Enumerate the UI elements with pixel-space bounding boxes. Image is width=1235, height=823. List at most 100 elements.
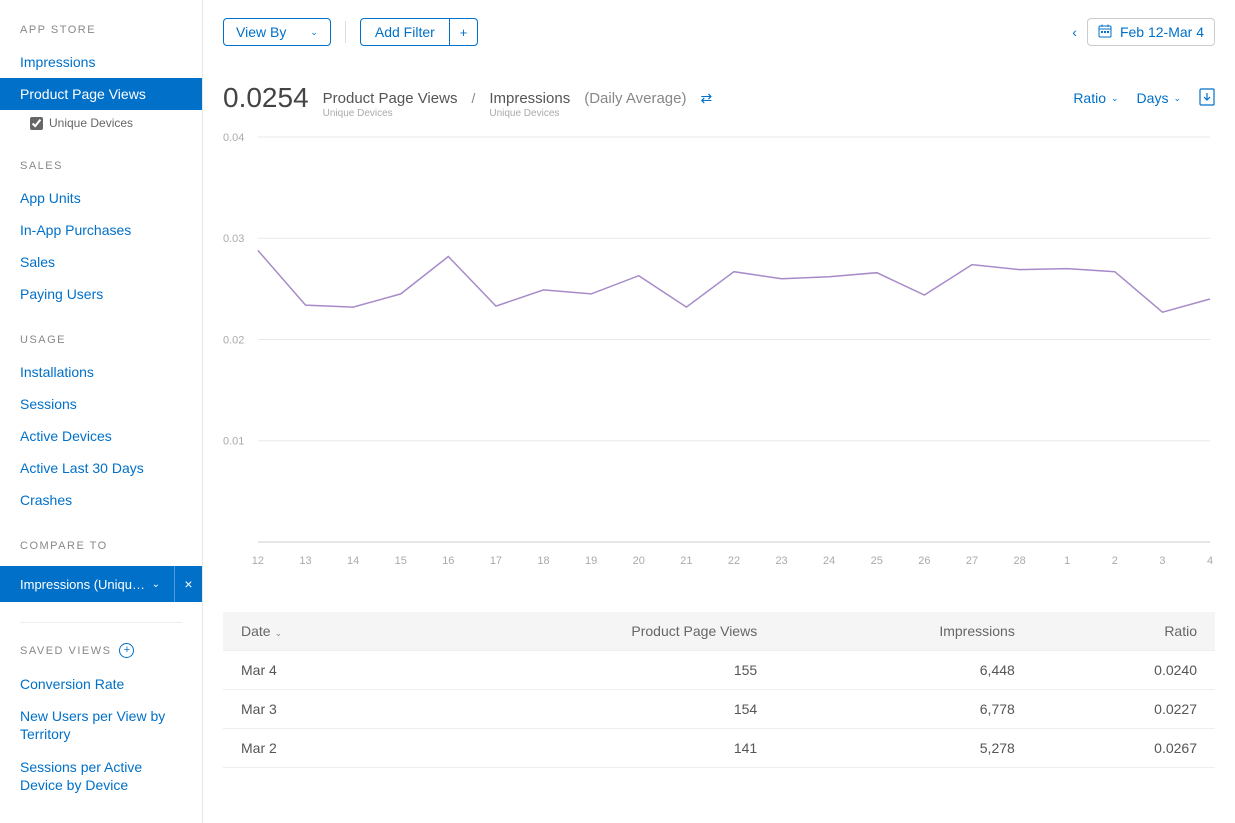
sidebar-item-impressions[interactable]: Impressions [0, 46, 202, 78]
chevron-down-icon: ⌄ [310, 27, 318, 38]
unique-devices-label: Unique Devices [49, 116, 133, 130]
table-row: Mar 31546,7780.0227 [223, 690, 1215, 729]
svg-text:27: 27 [966, 555, 978, 567]
metric-b-sub: Unique Devices [489, 108, 559, 119]
chart: 0.010.020.030.04121314151617181920212223… [223, 132, 1215, 572]
svg-text:1: 1 [1064, 555, 1070, 567]
svg-text:28: 28 [1013, 555, 1025, 567]
section-header-usage: USAGE [0, 328, 202, 356]
headline: 0.0254 Product Page Views Unique Devices… [223, 82, 1215, 114]
svg-text:16: 16 [442, 555, 454, 567]
section-header-app-store: APP STORE [0, 18, 202, 46]
view-by-label: View By [236, 24, 286, 40]
table-header-row: Date⌄ Product Page Views Impressions Rat… [223, 612, 1215, 651]
unique-devices-checkbox[interactable] [30, 117, 43, 130]
sidebar-sub-unique-devices[interactable]: Unique Devices [0, 110, 202, 136]
sort-icon: ⌄ [275, 628, 283, 638]
saved-view-new-users-per-view[interactable]: New Users per View by Territory [0, 700, 202, 751]
date-prev-button[interactable]: ‹ [1072, 24, 1077, 40]
svg-text:14: 14 [347, 555, 359, 567]
sidebar-item-product-page-views[interactable]: Product Page Views [0, 78, 202, 110]
saved-view-sessions-per-active-device[interactable]: Sessions per Active Device by Device [0, 751, 202, 802]
ratio-dropdown[interactable]: Ratio ⌄ [1073, 90, 1118, 106]
cell-ppv: 141 [401, 729, 775, 768]
svg-text:0.02: 0.02 [223, 334, 244, 346]
days-label: Days [1137, 90, 1169, 106]
svg-text:19: 19 [585, 555, 597, 567]
metric-a-name: Product Page Views [323, 90, 458, 107]
svg-text:0.03: 0.03 [223, 233, 244, 245]
cell-ratio: 0.0227 [1033, 690, 1215, 729]
metric-b: Impressions Unique Devices [489, 90, 570, 107]
sidebar-item-installations[interactable]: Installations [0, 356, 202, 388]
days-dropdown[interactable]: Days ⌄ [1137, 90, 1181, 106]
svg-text:2: 2 [1112, 555, 1118, 567]
cell-imp: 5,278 [775, 729, 1033, 768]
chevron-down-icon: ⌄ [1111, 93, 1119, 104]
cell-ppv: 155 [401, 651, 775, 690]
cell-date: Mar 3 [223, 690, 401, 729]
slash: / [471, 90, 475, 106]
date-range-picker[interactable]: Feb 12-Mar 4 [1087, 18, 1215, 46]
col-ppv[interactable]: Product Page Views [401, 612, 775, 651]
cell-imp: 6,448 [775, 651, 1033, 690]
svg-text:25: 25 [871, 555, 883, 567]
saved-view-conversion-rate[interactable]: Conversion Rate [0, 668, 202, 700]
svg-text:17: 17 [490, 555, 502, 567]
cell-ratio: 0.0240 [1033, 651, 1215, 690]
svg-text:12: 12 [252, 555, 264, 567]
sidebar-item-in-app-purchases[interactable]: In-App Purchases [0, 214, 202, 246]
col-date[interactable]: Date⌄ [223, 612, 401, 651]
data-table: Date⌄ Product Page Views Impressions Rat… [223, 612, 1215, 768]
svg-text:18: 18 [537, 555, 549, 567]
add-filter-label: Add Filter [361, 24, 449, 40]
svg-text:15: 15 [395, 555, 407, 567]
cell-date: Mar 4 [223, 651, 401, 690]
chevron-down-icon: ⌄ [1173, 93, 1181, 104]
sidebar-item-sales[interactable]: Sales [0, 246, 202, 278]
view-by-dropdown[interactable]: View By ⌄ [223, 18, 331, 46]
sidebar-item-paying-users[interactable]: Paying Users [0, 278, 202, 310]
add-saved-view-button[interactable]: + [119, 643, 134, 658]
metric-a-sub: Unique Devices [323, 108, 393, 119]
svg-text:0.04: 0.04 [223, 132, 244, 144]
sidebar-item-active-last-30[interactable]: Active Last 30 Days [0, 452, 202, 484]
headline-qualifier: (Daily Average) [584, 90, 686, 107]
sidebar-item-crashes[interactable]: Crashes [0, 484, 202, 516]
svg-text:21: 21 [680, 555, 692, 567]
col-impressions[interactable]: Impressions [775, 612, 1033, 651]
svg-text:20: 20 [633, 555, 645, 567]
swap-icon[interactable]: ⇄ [700, 90, 712, 107]
add-filter-button[interactable]: Add Filter + [360, 18, 479, 46]
svg-text:23: 23 [775, 555, 787, 567]
toolbar: View By ⌄ Add Filter + ‹ Feb 12-Mar 4 [223, 18, 1215, 46]
section-header-compare: COMPARE TO [0, 534, 202, 562]
section-header-saved-views: SAVED VIEWS [20, 645, 111, 657]
compare-to-selector[interactable]: Impressions (Unique… ⌄ × [0, 566, 202, 602]
sidebar-item-active-devices[interactable]: Active Devices [0, 420, 202, 452]
compare-to-value: Impressions (Unique… [20, 577, 152, 592]
sidebar: APP STORE Impressions Product Page Views… [0, 0, 203, 823]
chevron-down-icon: ⌄ [152, 579, 160, 590]
svg-text:13: 13 [299, 555, 311, 567]
main-content: View By ⌄ Add Filter + ‹ Feb 12-Mar 4 0.… [203, 0, 1235, 823]
section-header-sales: SALES [0, 154, 202, 182]
svg-text:24: 24 [823, 555, 835, 567]
sidebar-item-sessions[interactable]: Sessions [0, 388, 202, 420]
cell-ppv: 154 [401, 690, 775, 729]
date-range-label: Feb 12-Mar 4 [1120, 24, 1204, 40]
plus-icon: + [449, 19, 478, 45]
col-ratio[interactable]: Ratio [1033, 612, 1215, 651]
svg-text:4: 4 [1207, 555, 1213, 567]
cell-date: Mar 2 [223, 729, 401, 768]
svg-text:3: 3 [1159, 555, 1165, 567]
download-icon[interactable] [1199, 88, 1215, 109]
svg-text:0.01: 0.01 [223, 436, 244, 448]
headline-value: 0.0254 [223, 82, 309, 114]
sidebar-item-app-units[interactable]: App Units [0, 182, 202, 214]
svg-text:22: 22 [728, 555, 740, 567]
metric-a: Product Page Views Unique Devices [323, 90, 458, 107]
compare-to-clear[interactable]: × [174, 566, 202, 602]
ratio-label: Ratio [1073, 90, 1106, 106]
svg-text:26: 26 [918, 555, 930, 567]
